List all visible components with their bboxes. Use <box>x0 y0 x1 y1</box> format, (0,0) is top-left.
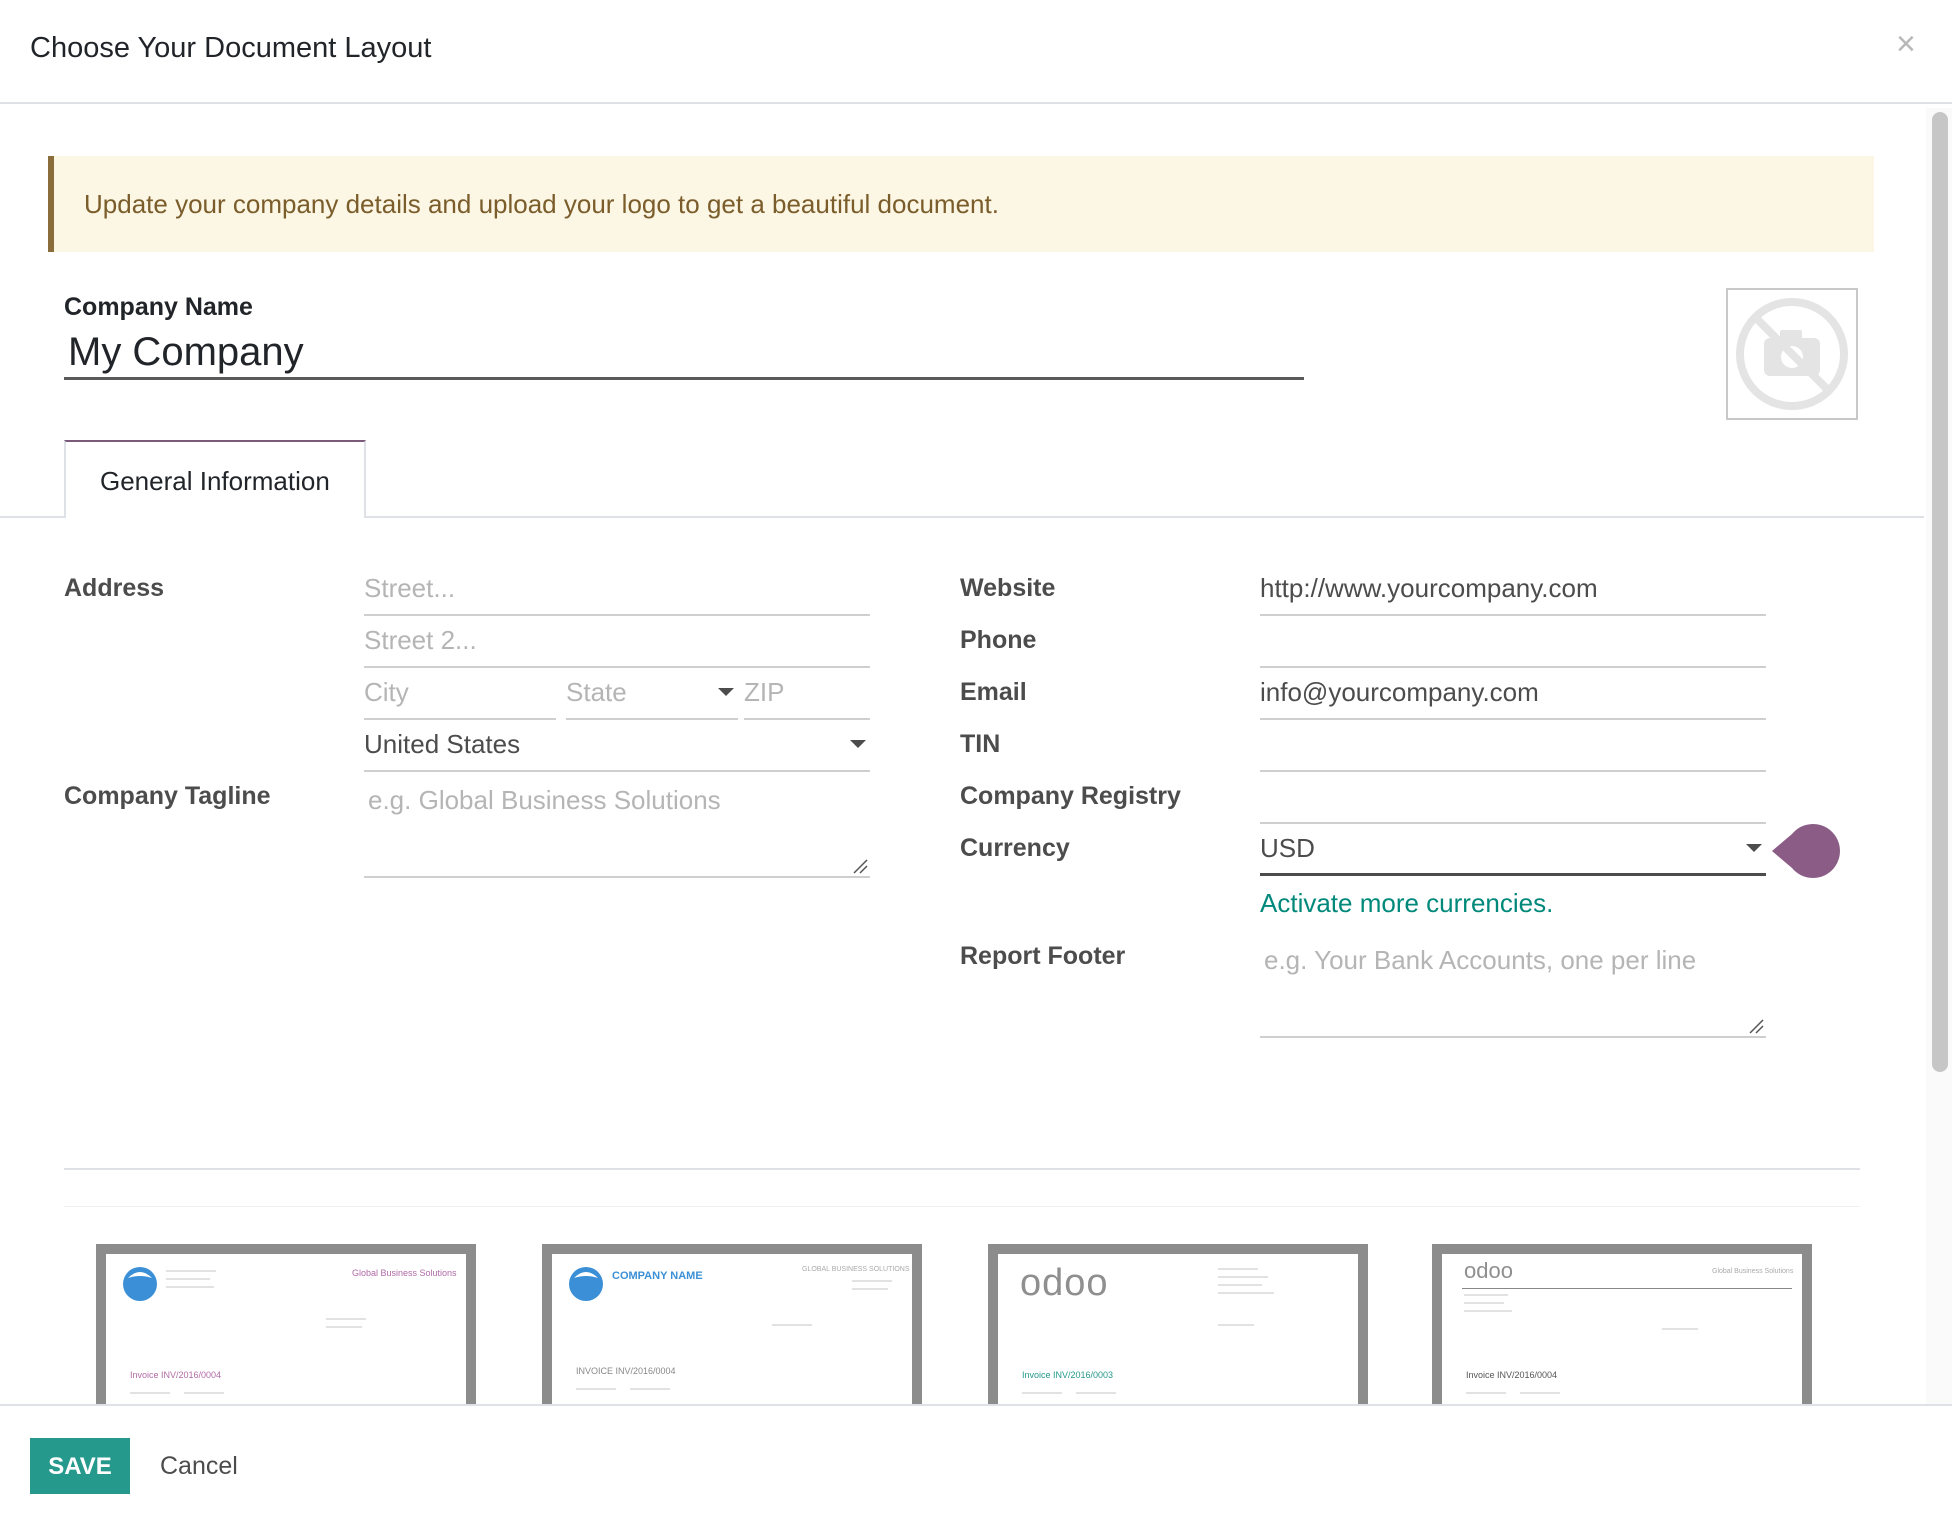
zip-input[interactable]: ZIP <box>744 668 870 720</box>
phone-input[interactable] <box>1260 616 1766 668</box>
dialog-title: Choose Your Document Layout <box>30 32 432 64</box>
dialog-footer: SAVE Cancel <box>0 1404 1952 1524</box>
tagline-label: Company Tagline <box>64 782 271 810</box>
address-line <box>1218 1324 1254 1326</box>
website-input[interactable]: http://www.yourcompany.com <box>1260 564 1766 616</box>
company-name-label: Company Name <box>64 293 253 321</box>
address-line <box>326 1326 362 1328</box>
logo-upload[interactable] <box>1726 288 1858 420</box>
country-value: United States <box>364 729 521 759</box>
company-name-input[interactable]: My Company <box>64 324 1304 380</box>
tin-label: TIN <box>960 730 1001 758</box>
alert-text: Update your company details and upload y… <box>84 189 999 219</box>
country-select[interactable]: United States <box>364 720 870 772</box>
tab-label: General Information <box>100 466 330 496</box>
address-line <box>1464 1310 1512 1312</box>
date-line <box>1022 1392 1062 1394</box>
save-button[interactable]: SAVE <box>30 1438 130 1494</box>
odoo-logo: odoo <box>1020 1262 1109 1304</box>
close-icon[interactable]: × <box>1896 24 1916 64</box>
date-line <box>1520 1392 1560 1394</box>
scrollbar-thumb[interactable] <box>1932 112 1948 1072</box>
website-label: Website <box>960 574 1056 602</box>
street-input[interactable]: Street... <box>364 564 870 616</box>
resize-handle-icon[interactable] <box>1748 1018 1764 1034</box>
layout-option-clean[interactable]: odoo Invoice INV/2016/0003 <box>988 1244 1368 1404</box>
section-divider <box>64 1168 1860 1170</box>
street2-placeholder: Street 2... <box>364 625 477 655</box>
info-alert: Update your company details and upload y… <box>48 156 1874 252</box>
address-line <box>1218 1292 1274 1294</box>
address-line <box>772 1324 812 1326</box>
date-line <box>130 1392 170 1394</box>
currency-select[interactable]: USD <box>1260 824 1766 876</box>
address-line <box>1218 1268 1258 1270</box>
tab-general-information[interactable]: General Information <box>64 440 366 518</box>
company-logo-icon <box>569 1267 603 1301</box>
section-divider <box>64 1206 1860 1207</box>
chevron-down-icon <box>1746 844 1762 852</box>
street-placeholder: Street... <box>364 573 456 603</box>
address-line <box>166 1286 214 1288</box>
header-rule <box>1462 1288 1792 1289</box>
layout-option-boxed[interactable]: COMPANY NAME GLOBAL BUSINESS SOLUTIONS I… <box>542 1244 922 1404</box>
company-logo-icon <box>123 1267 157 1301</box>
phone-label: Phone <box>960 626 1037 654</box>
tin-input[interactable] <box>1260 720 1766 772</box>
layout-option-background[interactable]: Global Business Solutions Invoice INV/20… <box>96 1244 476 1404</box>
address-line <box>1218 1284 1262 1286</box>
dialog-body: Update your company details and upload y… <box>0 106 1952 1404</box>
layout-tagline: Global Business Solutions <box>352 1268 457 1278</box>
layout-option-standard[interactable]: odoo Global Business Solutions Invoice I… <box>1432 1244 1812 1404</box>
street2-input[interactable]: Street 2... <box>364 616 870 668</box>
address-line <box>852 1280 892 1282</box>
state-placeholder: State <box>566 677 627 707</box>
cancel-button[interactable]: Cancel <box>160 1438 238 1494</box>
registry-input[interactable] <box>1260 772 1766 824</box>
odoo-logo: odoo <box>1464 1258 1513 1283</box>
address-line <box>1218 1276 1268 1278</box>
layout-tagline: GLOBAL BUSINESS SOLUTIONS <box>802 1266 910 1273</box>
address-line <box>326 1318 366 1320</box>
activate-currencies-link[interactable]: Activate more currencies. <box>1260 888 1553 919</box>
address-line <box>1662 1328 1698 1330</box>
address-line <box>166 1278 210 1280</box>
date-line <box>576 1388 616 1390</box>
layout-company-name: COMPANY NAME <box>612 1270 703 1282</box>
date-line <box>184 1392 224 1394</box>
resize-handle-icon[interactable] <box>852 858 868 874</box>
date-line <box>1466 1392 1506 1394</box>
layout-invoice-title: Invoice INV/2016/0003 <box>1022 1370 1114 1380</box>
report-footer-label: Report Footer <box>960 942 1126 970</box>
date-line <box>1076 1392 1116 1394</box>
state-select[interactable]: State <box>566 668 738 720</box>
currency-value: USD <box>1260 833 1315 863</box>
email-label: Email <box>960 678 1027 706</box>
tagline-placeholder: e.g. Global Business Solutions <box>368 785 721 815</box>
report-footer-textarea[interactable]: e.g. Your Bank Accounts, one per line <box>1260 932 1766 1038</box>
dialog-header: Choose Your Document Layout × <box>0 0 1952 104</box>
date-line <box>630 1388 670 1390</box>
chevron-down-icon <box>718 688 734 696</box>
address-line <box>1464 1302 1504 1304</box>
address-line <box>852 1288 888 1290</box>
report-footer-placeholder: e.g. Your Bank Accounts, one per line <box>1264 945 1697 975</box>
email-input[interactable]: info@yourcompany.com <box>1260 668 1766 720</box>
address-line <box>1464 1294 1508 1296</box>
address-line <box>166 1270 216 1272</box>
address-label: Address <box>64 574 165 602</box>
zip-placeholder: ZIP <box>744 677 785 707</box>
layout-tagline: Global Business Solutions <box>1712 1268 1794 1275</box>
chevron-down-icon <box>850 740 866 748</box>
currency-label: Currency <box>960 834 1070 862</box>
layout-invoice-title: INVOICE INV/2016/0004 <box>576 1366 676 1376</box>
tour-tip-pointer[interactable] <box>1770 822 1840 880</box>
layout-invoice-title: Invoice INV/2016/0004 <box>130 1370 222 1380</box>
registry-label: Company Registry <box>960 782 1181 810</box>
camera-off-icon <box>1736 298 1848 410</box>
layout-invoice-title: Invoice INV/2016/0004 <box>1466 1370 1558 1380</box>
city-input[interactable]: City <box>364 668 556 720</box>
city-placeholder: City <box>364 677 409 707</box>
tagline-textarea[interactable]: e.g. Global Business Solutions <box>364 772 870 878</box>
